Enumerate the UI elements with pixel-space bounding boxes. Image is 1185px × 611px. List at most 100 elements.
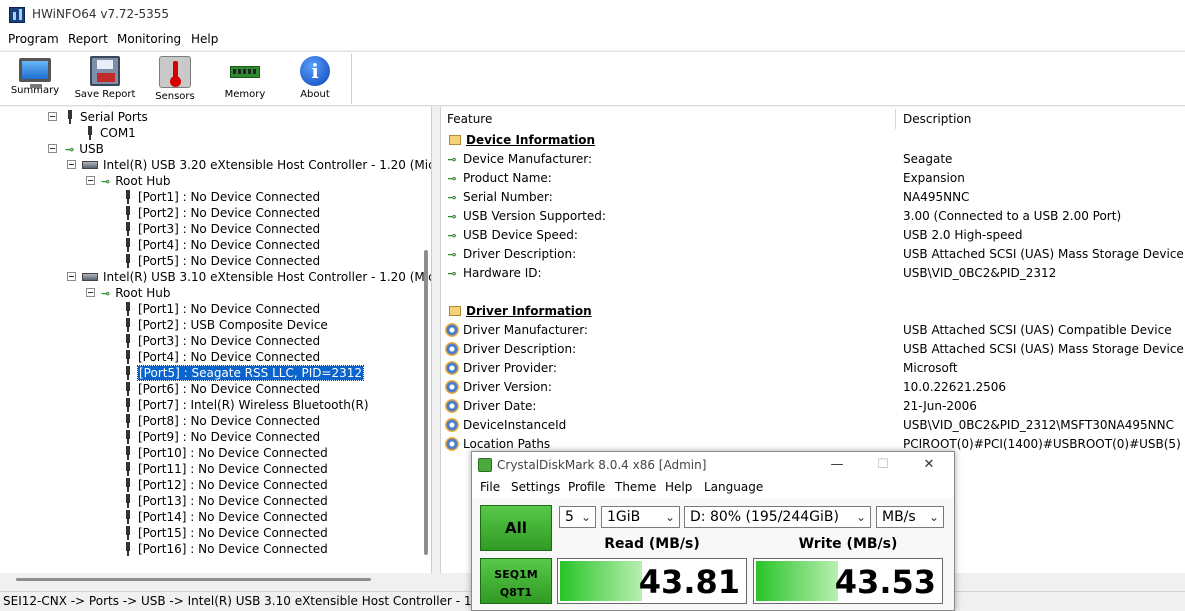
write-result: 43.53 <box>753 558 943 604</box>
menu-report[interactable]: Report <box>68 32 108 46</box>
tree-node-port[interactable]: [Port9] : No Device Connected <box>124 429 320 445</box>
cdm-title-bar[interactable]: CrystalDiskMark 8.0.4 x86 [Admin] — ☐ ✕ <box>472 452 954 478</box>
usb-icon: ⊸ <box>447 267 457 280</box>
detail-row[interactable]: ⊸ Driver Description: USB Attached SCSI (U… <box>441 245 1185 264</box>
summary-button[interactable]: Summary <box>0 56 70 104</box>
cdm-menu-settings[interactable]: Settings <box>511 480 560 494</box>
maximize-button[interactable]: ☐ <box>872 455 894 475</box>
feature-cell: Driver Manufacturer: <box>445 321 588 340</box>
tree-node-port[interactable]: [Port14] : No Device Connected <box>124 509 328 525</box>
tree-node-port[interactable]: [Port2] : No Device Connected <box>124 205 320 221</box>
column-separator[interactable] <box>895 109 896 129</box>
tree-node-port[interactable]: [Port7] : Intel(R) Wireless Bluetooth(R) <box>124 397 369 413</box>
description-cell: USB Attached SCSI (UAS) Mass Storage Dev… <box>903 342 1184 356</box>
cdm-menu-file[interactable]: File <box>480 480 500 494</box>
test-size-select[interactable]: 1GiB ⌄ <box>601 506 680 528</box>
feature-label: Location Paths <box>463 437 551 451</box>
tree-node-label: [Port3] : No Device Connected <box>138 334 321 348</box>
sensors-button[interactable]: Sensors <box>140 56 210 104</box>
detail-row[interactable]: ⊸ Device Manufacturer: Seagate <box>441 150 1185 169</box>
menu-program[interactable]: Program <box>8 32 59 46</box>
tree-node-port[interactable]: [Port5] : Seagate RSS LLC, PID=2312 <box>124 365 365 381</box>
collapse-toggle[interactable] <box>67 160 76 169</box>
test-count-select[interactable]: 5 ⌄ <box>559 506 596 528</box>
feature-column-header[interactable]: Feature <box>447 107 492 131</box>
collapse-toggle[interactable] <box>48 144 57 153</box>
unit-select[interactable]: MB/s ⌄ <box>876 506 944 528</box>
detail-row[interactable]: Driver Version: 10.0.22621.2506 <box>441 378 1185 397</box>
detail-row[interactable]: ⊸ USB Device Speed: USB 2.0 High-speed <box>441 226 1185 245</box>
tree-node-port[interactable]: [Port12] : No Device Connected <box>124 477 328 493</box>
title-bar: HWiNFO64 v7.72-5355 <box>0 0 1185 30</box>
tree-node-port[interactable]: [Port8] : No Device Connected <box>124 413 320 429</box>
all-tests-button[interactable]: All <box>480 505 552 551</box>
detail-row[interactable]: ⊸ Hardware ID: USB\VID_0BC2&PID_2312 <box>441 264 1185 283</box>
seq1m-q8t1-button[interactable]: SEQ1M Q8T1 <box>480 558 552 604</box>
tree-node-port[interactable]: [Port4] : No Device Connected <box>124 349 320 365</box>
collapse-toggle[interactable] <box>48 112 57 121</box>
tree-node-port[interactable]: [Port13] : No Device Connected <box>124 493 328 509</box>
description-cell: 10.0.22621.2506 <box>903 380 1007 394</box>
menu-monitoring[interactable]: Monitoring <box>117 32 181 46</box>
tree-node-port[interactable]: [Port5] : No Device Connected <box>124 253 320 269</box>
detail-row[interactable]: Driver Date: 21-Jun-2006 <box>441 397 1185 416</box>
collapse-toggle[interactable] <box>86 288 95 297</box>
detail-row[interactable]: ⊸ Serial Number: NA495NNC <box>441 188 1185 207</box>
usb-icon: ⊸ <box>447 248 457 261</box>
memory-button[interactable]: Memory <box>210 56 280 104</box>
tree-node-label: [Port7] : Intel(R) Wireless Bluetooth(R) <box>138 398 369 412</box>
collapse-toggle[interactable] <box>67 272 76 281</box>
drive-select[interactable]: D: 80% (195/244GiB) ⌄ <box>684 506 871 528</box>
tree-node-port[interactable]: [Port1] : No Device Connected <box>124 189 320 205</box>
chevron-down-icon: ⌄ <box>855 510 866 524</box>
usb-port-icon <box>124 350 132 364</box>
usb-port-icon <box>124 478 132 492</box>
tree-node-port[interactable]: [Port10] : No Device Connected <box>124 445 328 461</box>
tree-node-port[interactable]: [Port1] : No Device Connected <box>124 301 320 317</box>
collapse-toggle[interactable] <box>86 176 95 185</box>
tree-node-port[interactable]: [Port16] : No Device Connected <box>124 541 328 557</box>
tree-node-port[interactable]: [Port2] : USB Composite Device <box>124 317 328 333</box>
usb-icon: ⊸ <box>65 143 75 156</box>
tree-node-port[interactable]: [Port15] : No Device Connected <box>124 525 328 541</box>
menu-help[interactable]: Help <box>191 32 218 46</box>
cdm-menu-profile[interactable]: Profile <box>568 480 605 494</box>
usb-port-icon <box>124 254 132 268</box>
detail-row[interactable]: Driver Description: USB Attached SCSI (UA… <box>441 340 1185 359</box>
detail-row[interactable]: Driver Manufacturer: USB Attached SCSI (U… <box>441 321 1185 340</box>
tree-node-com1[interactable]: COM1 <box>86 125 136 141</box>
close-button[interactable]: ✕ <box>918 455 940 475</box>
tree-node-port[interactable]: [Port6] : No Device Connected <box>124 381 320 397</box>
cdm-menu-language[interactable]: Language <box>704 480 763 494</box>
select-value: 5 <box>565 509 574 525</box>
select-value: MB/s <box>882 509 916 525</box>
feature-label: Driver Description: <box>463 247 577 261</box>
cdm-menu-help[interactable]: Help <box>665 480 692 494</box>
chevron-down-icon: ⌄ <box>580 510 591 524</box>
tree-node-port[interactable]: [Port3] : No Device Connected <box>124 333 320 349</box>
tree-horizontal-scrollbar[interactable] <box>16 578 371 581</box>
detail-row[interactable]: Driver Provider: Microsoft <box>441 359 1185 378</box>
usb-port-icon <box>124 398 132 412</box>
detail-row[interactable]: ⊸ Product Name: Expansion <box>441 169 1185 188</box>
toolbar: Summary Save Report Sensors Memory i Abo… <box>0 51 1185 106</box>
cdm-menu-bar: File Settings Profile Theme Help Languag… <box>472 478 954 498</box>
detail-row[interactable]: ⊸ USB Version Supported: 3.00 (Connected t… <box>441 207 1185 226</box>
tree-node-port[interactable]: [Port4] : No Device Connected <box>124 237 320 253</box>
crystaldiskmark-window[interactable]: CrystalDiskMark 8.0.4 x86 [Admin] — ☐ ✕ … <box>471 451 955 611</box>
tree-node-port[interactable]: [Port3] : No Device Connected <box>124 221 320 237</box>
usb-hub-icon: ⊸ <box>101 287 111 300</box>
about-button[interactable]: i About <box>280 56 350 104</box>
minimize-button[interactable]: — <box>826 455 848 475</box>
cdm-menu-theme[interactable]: Theme <box>615 480 656 494</box>
detail-row[interactable]: DeviceInstanceId USB\VID_0BC2&PID_2312\MS… <box>441 416 1185 435</box>
description-column-header[interactable]: Description <box>903 107 971 131</box>
tree-node-port[interactable]: [Port11] : No Device Connected <box>124 461 328 477</box>
feature-cell: ⊸ Driver Description: <box>445 245 576 264</box>
read-result-value: 43.81 <box>638 563 740 601</box>
tree-vertical-scrollbar[interactable] <box>424 250 428 555</box>
device-tree[interactable]: Serial Ports COM1 ⊸ USB Intel(R) USB 3.20… <box>0 107 432 573</box>
driver-gear-icon <box>445 361 459 375</box>
save-report-button[interactable]: Save Report <box>70 56 140 104</box>
thermometer-icon <box>159 56 191 88</box>
